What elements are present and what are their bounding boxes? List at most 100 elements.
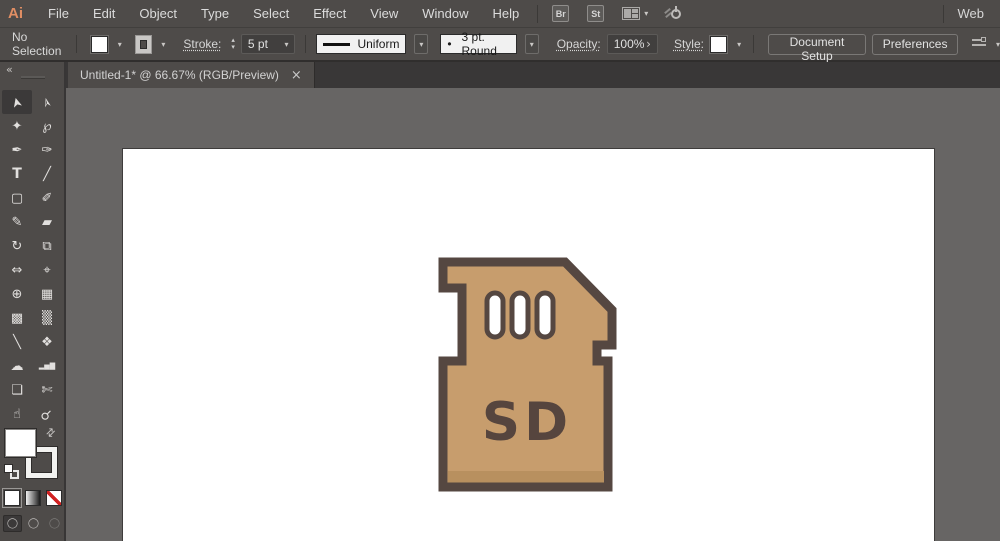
chevron-down-icon[interactable]: ▾ [524,34,539,54]
rotate-tool-icon: ↻ [11,238,23,254]
puppet-warp-tool[interactable]: ⌖ [32,258,62,282]
color-mode-row [0,486,64,510]
curvature-tool-icon: ✑ [41,142,53,158]
align-icon[interactable] [972,37,987,51]
color-button[interactable] [2,488,22,508]
document-column: Untitled-1* @ 66.67% (RGB/Preview) × SD [66,62,1000,541]
zoom-tool[interactable]: ⚲ [32,402,62,426]
rotate-tool[interactable]: ↻ [2,234,32,258]
chevron-down-icon[interactable]: ▾ [996,40,1000,49]
paintbrush-tool[interactable]: ✐ [32,186,62,210]
gradient-tool[interactable]: ▒ [32,306,62,330]
column-graph-tool[interactable]: ▂▅▇ [32,354,62,378]
lasso-tool[interactable]: ℘ [32,114,62,138]
artboard-tool[interactable]: ❏ [2,378,32,402]
menu-type[interactable]: Type [189,6,241,21]
menu-help[interactable]: Help [480,6,531,21]
gradient-button[interactable] [25,490,41,506]
selection-status: No Selection [12,30,62,58]
brushes-button[interactable]: Br [552,5,570,22]
stroke-weight-field[interactable]: 5 pt ▾ [240,34,296,54]
submenu-arrow-icon[interactable]: › [646,37,651,51]
pencil-tool[interactable]: ✎ [2,210,32,234]
chevron-down-icon[interactable]: ▾ [414,34,429,54]
stroke-color-swatch[interactable] [134,34,153,54]
magic-wand-tool[interactable]: ✦ [2,114,32,138]
swap-fill-stroke-icon[interactable]: ⇄ [43,425,59,441]
menu-file[interactable]: File [36,6,81,21]
scale-tool[interactable]: ⧉ [32,234,62,258]
rectangle-tool[interactable]: ▢ [2,186,32,210]
paintbrush-tool-icon: ✐ [41,190,53,206]
eyedropper-tool[interactable]: ╲ [2,330,32,354]
tab-strip: Untitled-1* @ 66.67% (RGB/Preview) × [66,62,1000,88]
style-swatch[interactable] [709,35,728,53]
chevron-down-icon[interactable]: ▾ [284,40,288,49]
draw-behind-button[interactable]: ◯ [24,515,43,532]
eraser-tool[interactable]: ▰ [32,210,62,234]
draw-normal-button[interactable]: ◯ [3,515,22,532]
collapse-panel-icon[interactable]: « [6,63,13,76]
fill-stroke-widget: ⇄ [0,425,64,486]
mesh-tool-icon: ▩ [10,310,24,326]
panel-drag-grip[interactable] [21,76,45,79]
line-segment-tool[interactable]: ╱ [32,162,62,186]
width-profile-dropdown[interactable]: Uniform [316,34,407,54]
fill-proxy[interactable] [5,429,36,457]
menu-window[interactable]: Window [410,6,480,21]
sd-card-artwork[interactable]: SD [432,252,628,498]
control-bar: No Selection ▾ ▾ Stroke: ▴ ▾ 5 pt ▾ Unif… [0,28,1000,63]
shape-builder-tool[interactable]: ⊕ [2,282,32,306]
graphic-styles-button[interactable]: St [587,5,605,22]
curvature-tool[interactable]: ✑ [32,138,62,162]
blend-tool[interactable]: ❖ [32,330,62,354]
selection-tool[interactable]: ➤ [2,90,32,114]
menu-effect[interactable]: Effect [301,6,358,21]
stroke-weight-stepper[interactable]: ▴ ▾ [231,37,235,51]
menu-view[interactable]: View [358,6,410,21]
hand-tool[interactable]: ☝ [2,402,32,426]
menu-object[interactable]: Object [127,6,189,21]
document-setup-button[interactable]: Document Setup [768,33,866,63]
menu-select[interactable]: Select [241,6,301,21]
width-profile-value: Uniform [357,37,400,51]
opacity-field[interactable]: 100% › [606,34,658,54]
chevron-down-icon[interactable]: ▾ [737,40,741,49]
fill-color-swatch[interactable] [90,35,108,53]
perspective-grid-tool-icon: ▦ [40,286,54,302]
menu-edit[interactable]: Edit [81,6,127,21]
blend-tool-icon: ❖ [41,334,53,350]
chevron-down-icon[interactable]: ▾ [161,40,165,49]
document-tab[interactable]: Untitled-1* @ 66.67% (RGB/Preview) × [68,62,315,88]
type-tool[interactable]: T [2,162,32,186]
chevron-down-icon[interactable]: ▾ [118,40,122,49]
default-fill-stroke-button[interactable] [4,464,13,473]
artboard-tool-icon: ❏ [11,382,23,398]
close-icon[interactable]: × [291,68,302,83]
drawing-modes-row: ◯ ◯ ◯ [0,510,64,532]
stepper-down-icon[interactable]: ▾ [231,44,235,51]
hand-tool-icon: ☝ [13,406,21,422]
pen-tool-icon: ✒ [11,142,23,158]
tools-panel-header: « [0,62,64,88]
workspace-switcher[interactable]: Web [958,6,985,21]
chevron-down-icon[interactable]: ▾ [644,9,648,18]
direct-selection-tool[interactable]: ➢ [32,90,62,114]
slice-tool[interactable]: ✄ [32,378,62,402]
draw-inside-button[interactable]: ◯ [45,515,64,532]
none-button[interactable] [46,490,62,506]
scale-tool-icon: ⧉ [42,238,52,254]
pen-tool[interactable]: ✒ [2,138,32,162]
stroke-panel-link[interactable]: Stroke: [183,37,221,51]
preferences-button[interactable]: Preferences [871,33,959,55]
perspective-grid-tool[interactable]: ▦ [32,282,62,306]
opacity-link[interactable]: Opacity: [557,37,601,51]
width-tool[interactable]: ⇔ [2,258,32,282]
mesh-tool[interactable]: ▩ [2,306,32,330]
symbol-sprayer-tool[interactable]: ☁ [2,354,32,378]
arrange-documents-icon[interactable] [622,7,641,20]
brush-definition-dropdown[interactable]: • 3 pt. Round [440,30,517,58]
canvas[interactable]: SD [66,88,1000,541]
gpu-performance-icon[interactable] [664,6,683,21]
style-link[interactable]: Style: [674,37,704,51]
